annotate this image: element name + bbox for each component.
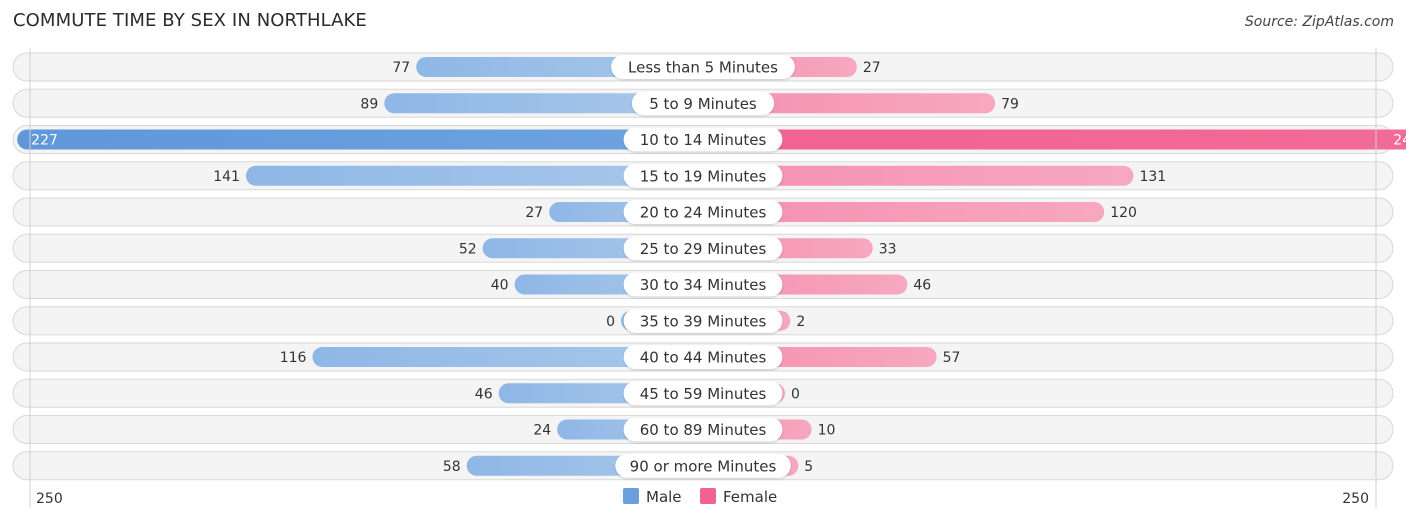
value-label-male: 58 <box>443 459 461 475</box>
category-label: 20 to 24 Minutes <box>640 204 767 222</box>
category-label: 25 to 29 Minutes <box>640 240 767 258</box>
legend-swatch-female <box>700 488 716 504</box>
value-label-male: 40 <box>491 278 509 294</box>
chart-canvas: 77 27 Less than 5 Minutes 89 79 5 to 9 Minute… <box>12 48 1406 508</box>
value-label-male: 27 <box>525 205 543 221</box>
category-label: 30 to 34 Minutes <box>640 276 767 294</box>
value-label-female: 120 <box>1110 205 1137 221</box>
chart-row: 40 46 30 to 34 Minutes <box>12 270 1394 299</box>
value-label-female: 46 <box>913 278 931 294</box>
value-label-female: 33 <box>879 241 897 257</box>
value-label-male: 89 <box>360 96 378 112</box>
category-label: 90 or more Minutes <box>630 457 777 475</box>
category-label: 15 to 19 Minutes <box>640 167 767 185</box>
bar-female <box>703 129 1406 150</box>
category-label: 40 to 44 Minutes <box>640 349 767 367</box>
chart-row: 24 10 60 to 89 Minutes <box>12 415 1394 444</box>
value-label-female: 10 <box>818 423 836 439</box>
chart-row: 58 5 90 or more Minutes <box>12 451 1394 481</box>
legend: Male Female <box>623 488 777 506</box>
value-label-male: 0 <box>606 314 615 330</box>
chart-row: 89 79 5 to 9 Minutes <box>12 88 1394 118</box>
category-label: Less than 5 Minutes <box>628 59 778 77</box>
value-label-male: 77 <box>392 60 410 76</box>
axis-label-right: 250 <box>1342 491 1369 507</box>
value-label-female: 2 <box>796 314 805 330</box>
value-label-male: 46 <box>475 386 493 402</box>
value-label-male: 141 <box>213 169 240 185</box>
category-label: 5 to 9 Minutes <box>649 95 757 113</box>
value-label-male: 227 <box>31 133 58 149</box>
chart-row: 52 33 25 to 29 Minutes <box>12 233 1394 263</box>
value-label-male: 52 <box>459 241 477 257</box>
axis-label-left: 250 <box>36 491 63 507</box>
value-label-female: 0 <box>791 386 800 402</box>
value-label-male: 116 <box>280 350 307 366</box>
chart-row: 116 57 40 to 44 Minutes <box>12 342 1394 372</box>
chart-row: 227 244 10 to 14 Minutes <box>12 125 1406 154</box>
legend-label-male: Male <box>646 488 682 506</box>
chart-row: 46 0 45 to 59 Minutes <box>12 378 1394 408</box>
category-label: 60 to 89 Minutes <box>640 421 767 439</box>
chart-row: 77 27 Less than 5 Minutes <box>12 52 1394 82</box>
category-label: 10 to 14 Minutes <box>640 131 767 149</box>
value-label-female: 5 <box>804 459 813 475</box>
chart-row: 27 120 20 to 24 Minutes <box>12 197 1394 227</box>
value-label-female: 79 <box>1001 96 1019 112</box>
value-label-female: 131 <box>1139 169 1166 185</box>
value-label-female: 244 <box>1393 133 1406 149</box>
category-label: 45 to 59 Minutes <box>640 385 767 403</box>
chart-row: 0 2 35 to 39 Minutes <box>12 306 1394 336</box>
category-label: 35 to 39 Minutes <box>640 312 767 330</box>
legend-swatch-male <box>623 488 639 504</box>
value-label-female: 27 <box>863 60 881 76</box>
value-label-female: 57 <box>943 350 961 366</box>
legend-label-female: Female <box>723 488 777 506</box>
value-label-male: 24 <box>533 423 551 439</box>
bar-male <box>17 129 704 150</box>
chart-row: 141 131 15 to 19 Minutes <box>12 161 1394 191</box>
